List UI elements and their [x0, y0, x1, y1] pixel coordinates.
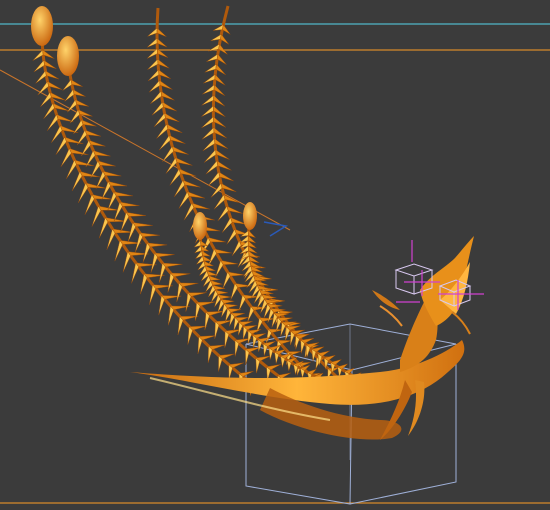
phoenix-tail-feathers	[31, 5, 362, 397]
3d-viewport[interactable]	[0, 0, 550, 510]
viewport-canvas[interactable]	[0, 0, 550, 510]
marker-icon	[263, 221, 289, 237]
